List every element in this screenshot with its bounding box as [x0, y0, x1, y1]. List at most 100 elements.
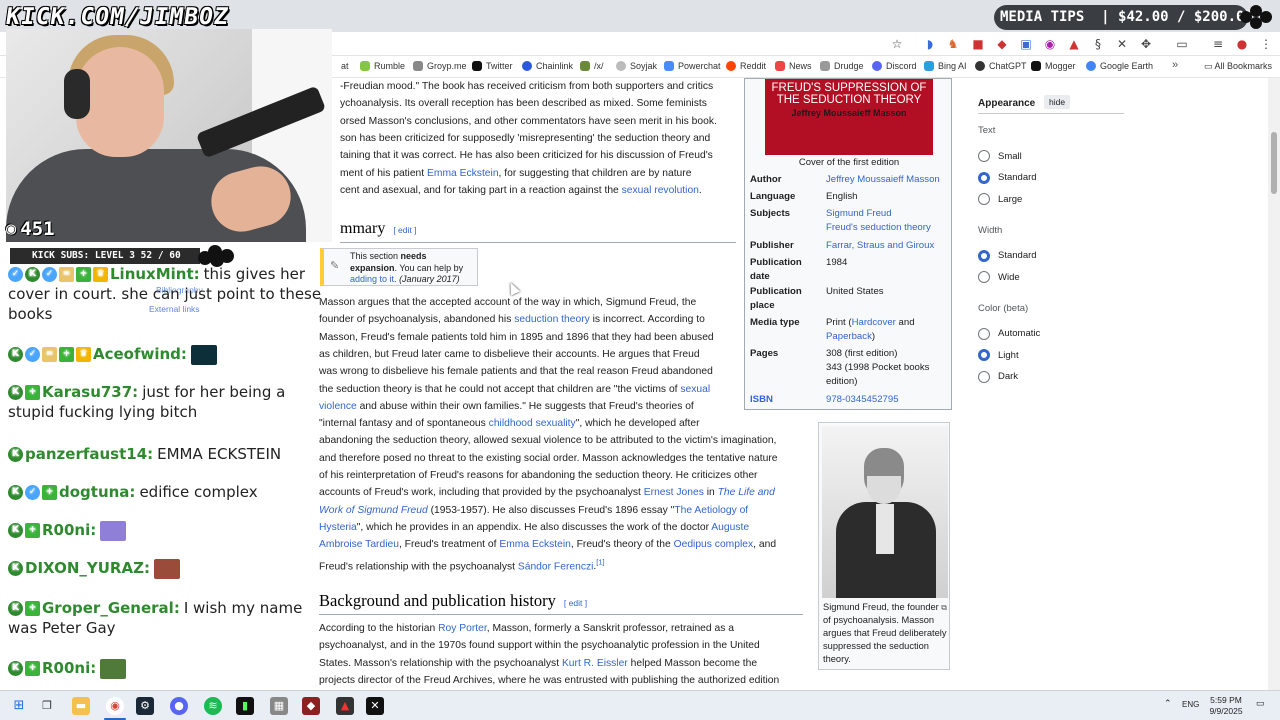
- article-link[interactable]: Ernest Jones: [644, 487, 704, 498]
- app-icon[interactable]: ◆: [302, 697, 320, 715]
- article-link[interactable]: Kurt R. Eissler: [562, 658, 628, 669]
- extension-icon[interactable]: §: [1090, 36, 1106, 52]
- app-icon[interactable]: ▲: [336, 697, 354, 715]
- article-link[interactable]: Work of Sigmund Freud: [319, 505, 428, 516]
- bookmark[interactable]: Mogger: [1031, 61, 1076, 71]
- chat-username[interactable]: R00ni:: [42, 659, 96, 677]
- chat-username[interactable]: R00ni:: [42, 521, 96, 539]
- bookmark[interactable]: Bing AI: [924, 61, 967, 71]
- infobox-link[interactable]: Hardcover: [852, 317, 896, 328]
- article-link[interactable]: childhood sexuality: [489, 418, 576, 429]
- article-link[interactable]: Sándor Ferenczi: [518, 561, 594, 572]
- appearance-option[interactable]: Small: [978, 149, 1022, 163]
- menu-icon[interactable]: ≡: [1210, 36, 1226, 52]
- bookmark[interactable]: /x/: [580, 61, 604, 71]
- appearance-option[interactable]: Standard: [978, 249, 1037, 263]
- chat-username[interactable]: LinuxMint:: [110, 265, 200, 283]
- appearance-option[interactable]: Wide: [978, 270, 1020, 284]
- article-link[interactable]: Oedipus complex: [674, 539, 754, 550]
- enlarge-icon[interactable]: ⧉: [941, 601, 947, 614]
- article-link[interactable]: Emma Eckstein: [427, 168, 499, 179]
- bookmark[interactable]: Google Earth: [1086, 61, 1153, 71]
- chat-username[interactable]: panzerfaust14:: [25, 445, 153, 463]
- bookmark[interactable]: Twitter: [472, 61, 513, 71]
- bookmark[interactable]: Discord: [872, 61, 917, 71]
- chat-username[interactable]: Karasu737:: [42, 383, 138, 401]
- radio-unchecked-icon[interactable]: [978, 370, 990, 383]
- infobox-link[interactable]: Sigmund Freud: [826, 208, 892, 219]
- radio-checked-icon[interactable]: [978, 171, 990, 184]
- bookmark[interactable]: at: [341, 61, 349, 71]
- system-clock[interactable]: 5:59 PM 9/9/2025: [1204, 695, 1248, 717]
- language-indicator[interactable]: ENG: [1182, 700, 1199, 709]
- hide-button[interactable]: hide: [1044, 95, 1071, 109]
- discord-icon[interactable]: ●: [170, 697, 188, 715]
- extension-icon[interactable]: ♞: [945, 36, 961, 52]
- infobox-label[interactable]: ISBN: [750, 393, 820, 407]
- extension-icon[interactable]: ◉: [1042, 36, 1058, 52]
- spotify-icon[interactable]: ≋: [204, 697, 222, 715]
- article-link[interactable]: Auguste: [711, 522, 749, 533]
- bookmark[interactable]: Chainlink: [522, 61, 573, 71]
- article-link[interactable]: The Life and: [718, 487, 775, 498]
- article-link[interactable]: seduction theory: [514, 314, 590, 325]
- radio-unchecked-icon[interactable]: [978, 327, 990, 340]
- tray-chevron-icon[interactable]: ⌃: [1164, 698, 1172, 709]
- x-icon[interactable]: ✕: [1114, 36, 1130, 52]
- infobox-link[interactable]: Freud's seduction theory: [826, 222, 931, 233]
- article-link[interactable]: .[1]: [593, 558, 604, 572]
- chat-username[interactable]: Groper_General:: [42, 599, 180, 617]
- article-link[interactable]: The Aetiology of: [674, 505, 748, 516]
- steam-icon[interactable]: ⚙: [136, 697, 154, 715]
- task-view-icon[interactable]: ❐: [38, 697, 56, 715]
- chat-username[interactable]: DIXON_YURAZ:: [25, 559, 150, 577]
- bookmark[interactable]: Rumble: [360, 61, 405, 71]
- infobox-link[interactable]: Paperback: [826, 331, 872, 342]
- appearance-option[interactable]: Light: [978, 348, 1019, 362]
- appearance-option[interactable]: Dark: [978, 370, 1018, 384]
- radio-checked-icon[interactable]: [978, 349, 990, 361]
- bookmark[interactable]: ChatGPT: [975, 61, 1027, 71]
- freud-photo[interactable]: [822, 426, 948, 598]
- appearance-option[interactable]: Automatic: [978, 327, 1040, 341]
- radio-unchecked-icon[interactable]: [978, 193, 990, 205]
- notification-icon[interactable]: ▭: [1256, 698, 1265, 709]
- article-link[interactable]: sexual: [680, 384, 710, 395]
- profile-icon[interactable]: ●: [1234, 36, 1250, 52]
- extension-icon[interactable]: ▣: [1018, 36, 1034, 52]
- radio-unchecked-icon[interactable]: [978, 271, 990, 283]
- bookmark[interactable]: Soyjak: [616, 61, 657, 71]
- infobox-link[interactable]: Farrar, Straus and Giroux: [826, 240, 934, 251]
- bookmark[interactable]: Reddit: [726, 61, 766, 71]
- kebab-menu-icon[interactable]: ⋮: [1258, 36, 1274, 52]
- article-link[interactable]: sexual revolution: [622, 185, 699, 196]
- star-icon[interactable]: ☆: [889, 36, 905, 52]
- windows-start-icon[interactable]: ⊞: [10, 697, 28, 715]
- article-link[interactable]: Ambroise Tardieu: [319, 539, 399, 550]
- infobox-link[interactable]: 978-0345452795: [826, 394, 899, 405]
- bookmark[interactable]: Powerchat: [664, 61, 721, 71]
- book-cover-image[interactable]: FREUD'S SUPPRESSION OF THE SEDUCTION THE…: [765, 79, 933, 155]
- bookmark[interactable]: Drudge: [820, 61, 864, 71]
- edit-link[interactable]: [ edit ]: [393, 225, 416, 235]
- extension-icon[interactable]: ◆: [994, 36, 1010, 52]
- all-bookmarks[interactable]: ▭ All Bookmarks: [1204, 61, 1272, 72]
- extension-icon[interactable]: ◗: [922, 36, 938, 52]
- app-icon[interactable]: ✕: [366, 697, 384, 715]
- adding-link[interactable]: adding to it: [350, 274, 394, 284]
- article-link[interactable]: Emma Eckstein: [499, 539, 571, 550]
- bookmark[interactable]: News: [775, 61, 812, 71]
- appearance-option[interactable]: Large: [978, 192, 1022, 206]
- radio-unchecked-icon[interactable]: [978, 150, 990, 162]
- page-scrollbar[interactable]: [1268, 78, 1280, 690]
- infobox-link[interactable]: Jeffrey Moussaieff Masson: [826, 174, 940, 185]
- app-icon[interactable]: ▦: [270, 697, 288, 715]
- chat-username[interactable]: dogtuna:: [59, 483, 135, 501]
- radio-checked-icon[interactable]: [978, 249, 990, 262]
- file-explorer-icon[interactable]: ▬: [72, 697, 90, 715]
- terminal-icon[interactable]: ▮: [236, 697, 254, 715]
- extension-icon[interactable]: ▲: [1066, 36, 1082, 52]
- extension-icon[interactable]: ■: [970, 36, 986, 52]
- bookmark[interactable]: Groyp.me: [413, 61, 467, 71]
- bookmarks-overflow-icon[interactable]: »: [1172, 59, 1178, 71]
